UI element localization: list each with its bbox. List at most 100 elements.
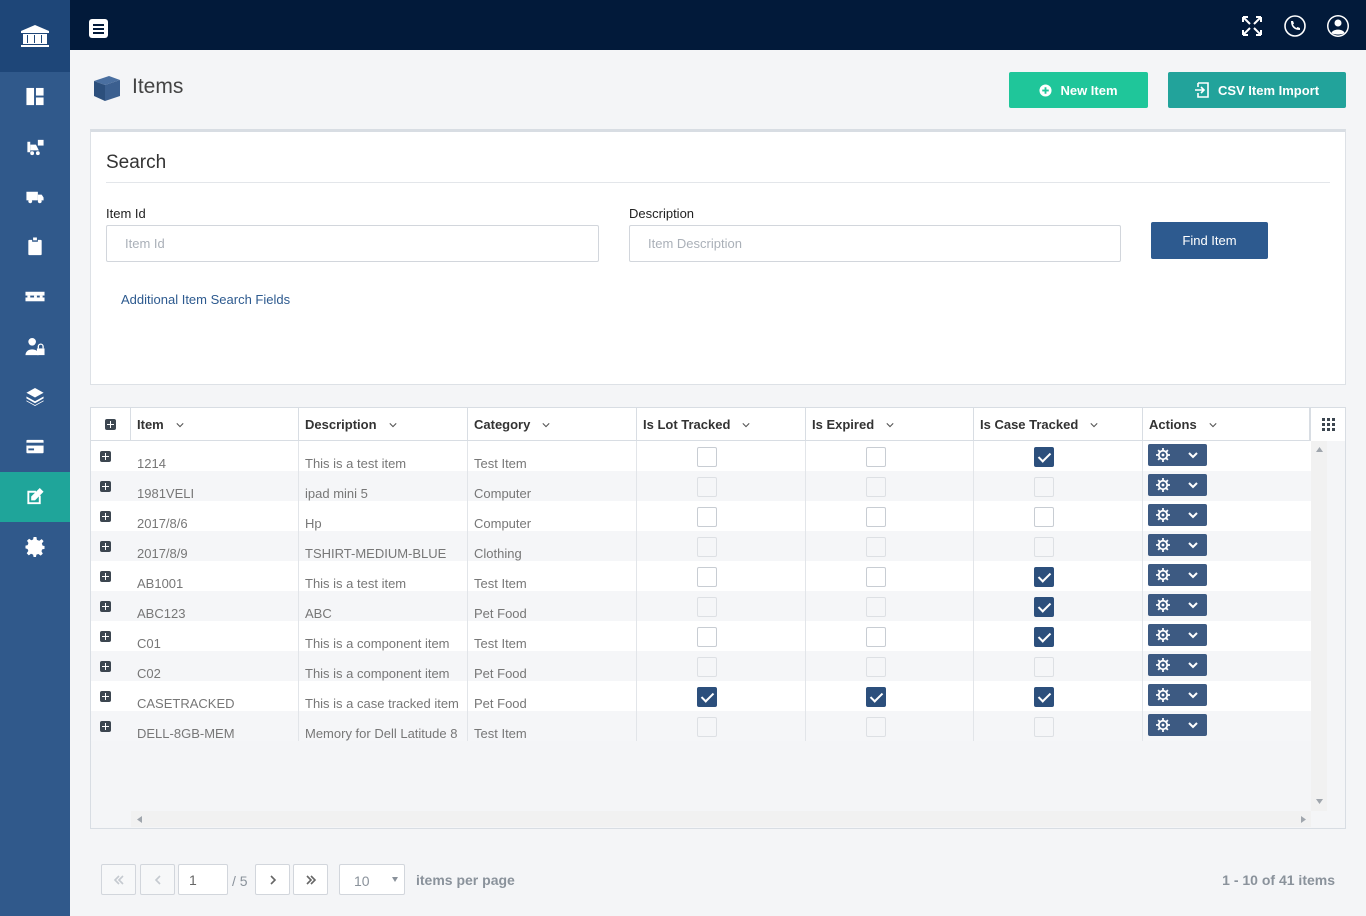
expired-checkbox[interactable] [866, 537, 886, 557]
first-page-button[interactable] [101, 864, 136, 895]
expired-checkbox[interactable] [866, 477, 886, 497]
lot-tracked-checkbox[interactable] [697, 477, 717, 497]
row-actions-button[interactable] [1148, 654, 1207, 676]
row-actions-button[interactable] [1148, 684, 1207, 706]
case-tracked-checkbox[interactable] [1034, 717, 1054, 737]
expand-row-icon[interactable] [100, 511, 111, 522]
sidebar-item-forklift[interactable] [0, 122, 70, 172]
lot-tracked-checkbox[interactable] [697, 657, 717, 677]
expand-row-icon[interactable] [100, 571, 111, 582]
expired-checkbox[interactable] [866, 567, 886, 587]
gear-icon[interactable] [1148, 568, 1178, 582]
row-actions-button[interactable] [1148, 504, 1207, 526]
chevron-down-icon[interactable] [1178, 721, 1207, 729]
table-row[interactable]: 2017/8/9 TSHIRT-MEDIUM-BLUE Clothing [91, 531, 1311, 561]
chevron-down-icon[interactable] [1178, 661, 1207, 669]
case-tracked-checkbox[interactable] [1034, 447, 1054, 467]
table-row[interactable]: AB1001 This is a test item Test Item [91, 561, 1311, 591]
fullscreen-icon[interactable] [1240, 14, 1264, 38]
gear-icon[interactable] [1148, 478, 1178, 492]
sidebar-item-edit[interactable] [0, 472, 70, 522]
sidebar-item-layers[interactable] [0, 372, 70, 422]
expand-row-icon[interactable] [100, 451, 111, 462]
column-header-category[interactable]: Category [468, 408, 637, 441]
row-actions-button[interactable] [1148, 564, 1207, 586]
horizontal-scrollbar[interactable] [131, 811, 1311, 827]
sidebar-item-credit-card[interactable] [0, 422, 70, 472]
table-row[interactable]: 2017/8/6 Hp Computer [91, 501, 1311, 531]
table-row[interactable]: DELL-8GB-MEM Memory for Dell Latitude 8 Te… [91, 711, 1311, 741]
chevron-down-icon[interactable] [542, 421, 550, 429]
table-row[interactable]: 1981VELI ipad mini 5 Computer [91, 471, 1311, 501]
chevron-down-icon[interactable] [1178, 511, 1207, 519]
expand-row-icon[interactable] [100, 631, 111, 642]
case-tracked-checkbox[interactable] [1034, 657, 1054, 677]
chevron-down-icon[interactable] [1090, 421, 1098, 429]
case-tracked-checkbox[interactable] [1034, 477, 1054, 497]
scroll-down-icon[interactable] [1316, 799, 1323, 804]
next-page-button[interactable] [255, 864, 290, 895]
user-profile-icon[interactable] [1326, 14, 1350, 38]
sidebar-item-user-lock[interactable] [0, 322, 70, 372]
row-actions-button[interactable] [1148, 594, 1207, 616]
row-actions-button[interactable] [1148, 624, 1207, 646]
support-phone-icon[interactable] [1283, 14, 1307, 38]
expired-checkbox[interactable] [866, 597, 886, 617]
expired-checkbox[interactable] [866, 717, 886, 737]
gear-icon[interactable] [1148, 688, 1178, 702]
lot-tracked-checkbox[interactable] [697, 507, 717, 527]
lot-tracked-checkbox[interactable] [697, 537, 717, 557]
new-item-button[interactable]: New Item [1009, 72, 1148, 108]
sidebar-item-truck[interactable] [0, 172, 70, 222]
column-header-is-case-tracked[interactable]: Is Case Tracked [974, 408, 1143, 441]
description-input[interactable] [629, 225, 1121, 262]
chevron-down-icon[interactable] [886, 421, 894, 429]
menu-toggle-button[interactable] [89, 19, 108, 38]
row-actions-button[interactable] [1148, 534, 1207, 556]
app-logo[interactable] [0, 0, 70, 72]
gear-icon[interactable] [1148, 718, 1178, 732]
row-actions-button[interactable] [1148, 714, 1207, 736]
chevron-down-icon[interactable] [1178, 571, 1207, 579]
additional-search-fields-link[interactable]: Additional Item Search Fields [121, 292, 290, 307]
gear-icon[interactable] [1148, 628, 1178, 642]
table-row[interactable]: 1214 This is a test item Test Item [91, 441, 1311, 471]
table-row[interactable]: ABC123 ABC Pet Food [91, 591, 1311, 621]
chevron-down-icon[interactable] [742, 421, 751, 429]
scroll-right-icon[interactable] [1301, 816, 1306, 823]
expired-checkbox[interactable] [866, 447, 886, 467]
column-header-description[interactable]: Description [299, 408, 468, 441]
gear-icon[interactable] [1148, 448, 1178, 462]
column-header-is-lot-tracked[interactable]: Is Lot Tracked [637, 408, 806, 441]
expired-checkbox[interactable] [866, 627, 886, 647]
gear-icon[interactable] [1148, 598, 1178, 612]
chevron-down-icon[interactable] [388, 421, 397, 429]
chevron-down-icon[interactable] [1178, 691, 1207, 699]
expand-all-icon[interactable] [105, 419, 116, 430]
lot-tracked-checkbox[interactable] [697, 597, 717, 617]
chevron-down-icon[interactable] [176, 421, 184, 429]
row-actions-button[interactable] [1148, 474, 1207, 496]
find-item-button[interactable]: Find Item [1151, 222, 1268, 259]
expired-checkbox[interactable] [866, 507, 886, 527]
column-menu-button[interactable] [1310, 408, 1345, 441]
scroll-left-icon[interactable] [137, 816, 142, 823]
case-tracked-checkbox[interactable] [1034, 627, 1054, 647]
lot-tracked-checkbox[interactable] [697, 447, 717, 467]
expand-row-icon[interactable] [100, 541, 111, 552]
prev-page-button[interactable] [140, 864, 175, 895]
expand-row-icon[interactable] [100, 481, 111, 492]
case-tracked-checkbox[interactable] [1034, 507, 1054, 527]
expand-row-icon[interactable] [100, 661, 111, 672]
expand-row-icon[interactable] [100, 601, 111, 612]
lot-tracked-checkbox[interactable] [697, 717, 717, 737]
expand-row-icon[interactable] [100, 721, 111, 732]
column-header-is-expired[interactable]: Is Expired [806, 408, 974, 441]
chevron-down-icon[interactable] [1178, 631, 1207, 639]
item-id-input[interactable] [106, 225, 599, 262]
case-tracked-checkbox[interactable] [1034, 687, 1054, 707]
lot-tracked-checkbox[interactable] [697, 687, 717, 707]
case-tracked-checkbox[interactable] [1034, 537, 1054, 557]
table-row[interactable]: C01 This is a component item Test Item [91, 621, 1311, 651]
expand-row-icon[interactable] [100, 691, 111, 702]
